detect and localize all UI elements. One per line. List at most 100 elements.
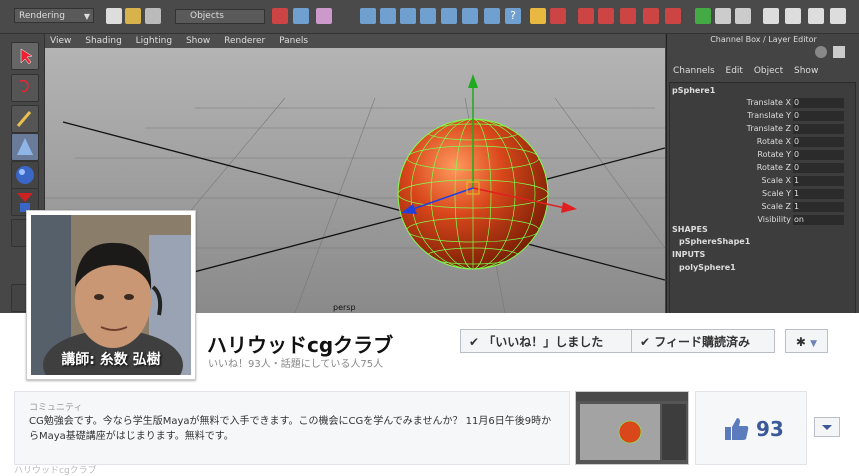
- help-icon[interactable]: ?: [505, 8, 521, 24]
- panel-layout-icon[interactable]: [715, 8, 731, 24]
- more-dropdown-button[interactable]: [814, 417, 840, 437]
- attribute-editor-toggle-icon[interactable]: [833, 46, 845, 58]
- render-icon[interactable]: [550, 8, 566, 24]
- attr-value[interactable]: 1: [793, 176, 844, 186]
- snap-grid-icon[interactable]: [360, 8, 376, 24]
- attr-value[interactable]: 0: [793, 163, 844, 173]
- likes-count: 93: [756, 417, 784, 441]
- settings-dropdown-button[interactable]: ✱ ▼: [785, 329, 828, 353]
- snap-point-icon[interactable]: [400, 8, 416, 24]
- viewport-menu-view[interactable]: View: [50, 36, 71, 46]
- attr-name: Translate Z: [746, 124, 791, 133]
- profile-caption: 講師: 糸数 弘樹: [61, 352, 161, 368]
- chevron-down-icon: ▼: [810, 339, 818, 349]
- viewport-menu-lighting[interactable]: Lighting: [136, 36, 172, 46]
- layout-icon[interactable]: [695, 8, 711, 24]
- maya-thumbnail-image: [576, 392, 688, 464]
- channel-box-menu-edit[interactable]: Edit: [726, 66, 743, 76]
- poly-sphere-icon[interactable]: [11, 161, 39, 189]
- attr-row[interactable]: Rotate Z0: [670, 162, 855, 174]
- attr-row[interactable]: Translate Y0: [670, 110, 855, 122]
- status-line-toolbar: Rendering ▼ Objects ?: [0, 0, 859, 34]
- layout-toggle-icon[interactable]: [815, 46, 827, 58]
- page-stats[interactable]: いいね！93人・話題にしている人75人: [208, 355, 383, 370]
- viewport-menu-show[interactable]: Show: [186, 36, 210, 46]
- attr-name: Scale Y: [762, 189, 791, 198]
- make-live-icon[interactable]: [441, 8, 457, 24]
- new-scene-icon[interactable]: [106, 8, 122, 24]
- check-icon: ✔: [640, 335, 651, 349]
- attr-row[interactable]: Rotate X0: [670, 136, 855, 148]
- chevron-down-icon: ▼: [83, 12, 90, 21]
- shape-node[interactable]: pSphereShape1: [679, 237, 750, 246]
- channel-box-menu-object[interactable]: Object: [754, 66, 783, 76]
- save-scene-icon[interactable]: [145, 8, 161, 24]
- attr-row[interactable]: Rotate Y0: [670, 149, 855, 161]
- layer-editor-icon[interactable]: [808, 8, 824, 24]
- x-axis-arrow-icon[interactable]: [561, 202, 577, 213]
- viewport-menu-panels[interactable]: Panels: [279, 36, 308, 46]
- select-tool-icon[interactable]: [11, 42, 39, 70]
- attr-row[interactable]: Scale Y1: [670, 188, 855, 200]
- render-view-icon[interactable]: [665, 8, 681, 24]
- channel-box-title: Channel Box / Layer Editor: [710, 35, 817, 44]
- select-hierarchy-icon[interactable]: [272, 8, 288, 24]
- attr-value[interactable]: 0: [793, 111, 844, 121]
- channel-box-menu-show[interactable]: Show: [794, 66, 818, 76]
- viewport-menu-bar: View Shading Lighting Show Renderer Pane…: [45, 34, 665, 48]
- attr-row[interactable]: Scale X1: [670, 175, 855, 187]
- hypershade-icon[interactable]: [643, 8, 659, 24]
- input-node[interactable]: polySphere1: [679, 263, 736, 272]
- select-component-icon[interactable]: [316, 8, 332, 24]
- attr-row[interactable]: Scale Z1: [670, 201, 855, 213]
- poly-cone-icon[interactable]: [11, 133, 39, 161]
- channel-box-menu-channels[interactable]: Channels: [673, 66, 715, 76]
- attr-value[interactable]: 1: [793, 189, 844, 199]
- outliner-icon[interactable]: [830, 8, 846, 24]
- lock-icon[interactable]: [530, 8, 546, 24]
- camera-label: persp: [333, 303, 356, 312]
- history-icon[interactable]: [462, 8, 478, 24]
- attr-name: Rotate Z: [756, 163, 791, 172]
- likes-box[interactable]: 93: [695, 391, 807, 465]
- viewport-menu-renderer[interactable]: Renderer: [224, 36, 265, 46]
- liked-button[interactable]: ✔ 「いいね！」しました: [460, 329, 632, 353]
- viewport-menu-shading[interactable]: Shading: [85, 36, 122, 46]
- lasso-tool-icon[interactable]: [11, 74, 39, 102]
- y-axis-arrow-icon[interactable]: [468, 74, 478, 88]
- object-name[interactable]: pSphere1: [672, 86, 715, 95]
- render-settings-icon[interactable]: [620, 8, 636, 24]
- paint-select-tool-icon[interactable]: [11, 105, 39, 133]
- attr-value[interactable]: 0: [793, 137, 844, 147]
- channel-box-menu: Channels Edit Object Show: [667, 64, 859, 78]
- input-ops-icon[interactable]: [484, 8, 500, 24]
- selection-mask-select[interactable]: Objects: [175, 9, 265, 24]
- inputs-section-label: INPUTS: [672, 250, 706, 259]
- menu-set-select[interactable]: Rendering ▼: [14, 8, 94, 23]
- open-scene-icon[interactable]: [125, 8, 141, 24]
- profile-picture[interactable]: 講師: 糸数 弘樹: [26, 210, 196, 380]
- snap-plane-icon[interactable]: [420, 8, 436, 24]
- page-title[interactable]: ハリウッドcgクラブ: [207, 329, 393, 358]
- attr-row[interactable]: Translate X0: [670, 97, 855, 109]
- about-text: CG勉強会です。今なら学生版Mayaが無料で入手できます。この機会にCGを学んで…: [29, 416, 552, 442]
- attr-value[interactable]: 0: [793, 124, 844, 134]
- channel-box-icon[interactable]: [785, 8, 801, 24]
- attr-name: Rotate Y: [757, 150, 791, 159]
- attribute-editor-icon[interactable]: [735, 8, 751, 24]
- magnet-icon[interactable]: [598, 8, 614, 24]
- following-button[interactable]: ✔ フィード購読済み: [631, 329, 775, 353]
- attr-value[interactable]: 0: [793, 150, 844, 160]
- check-icon: ✔: [469, 335, 480, 349]
- snap-curve-icon[interactable]: [380, 8, 396, 24]
- liked-button-label: 「いいね！」しました: [483, 335, 604, 349]
- tool-settings-icon[interactable]: [763, 8, 779, 24]
- attr-row[interactable]: Translate Z0: [670, 123, 855, 135]
- select-object-icon[interactable]: [293, 8, 309, 24]
- attr-value[interactable]: on: [793, 215, 844, 225]
- ipr-render-icon[interactable]: [578, 8, 594, 24]
- gear-icon: ✱: [795, 335, 806, 349]
- attr-value[interactable]: 1: [793, 202, 844, 212]
- attr-value[interactable]: 0: [793, 98, 844, 108]
- photo-thumbnail[interactable]: [575, 391, 689, 465]
